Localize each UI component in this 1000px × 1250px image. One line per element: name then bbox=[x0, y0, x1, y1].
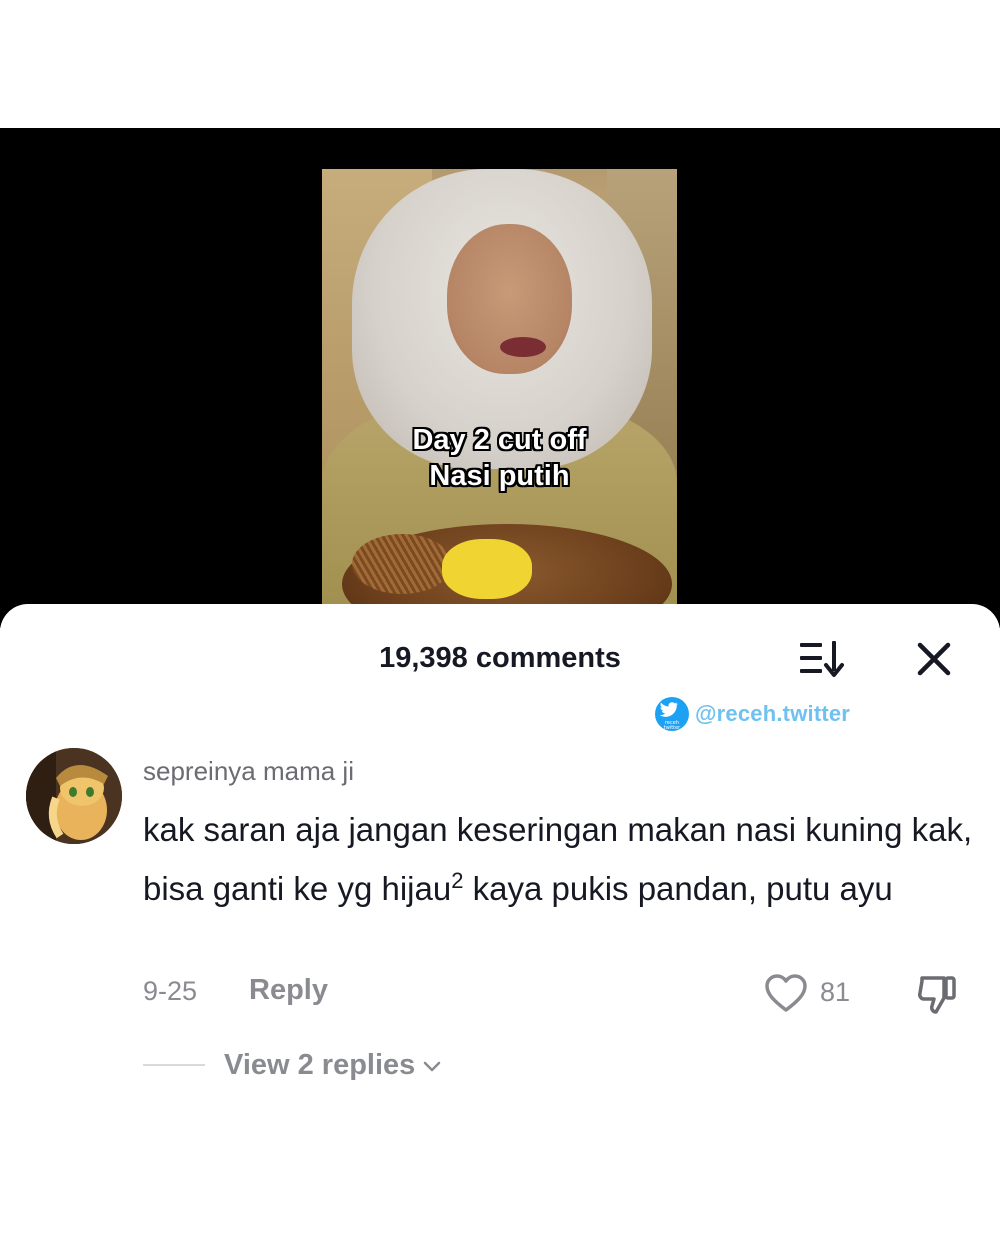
sort-icon[interactable] bbox=[800, 639, 846, 679]
comment-text-end: kaya pukis pandan, putu ayu bbox=[463, 870, 893, 907]
comment-text: kak saran aja jangan keseringan makan na… bbox=[143, 804, 973, 914]
food-yellow-rice bbox=[442, 539, 532, 599]
svg-text:twitter: twitter bbox=[664, 725, 681, 731]
chevron-down-icon bbox=[424, 1061, 441, 1071]
avatar[interactable] bbox=[26, 748, 122, 844]
comment-date: 9-25 bbox=[143, 976, 198, 1006]
top-margin bbox=[0, 0, 1000, 128]
watermark: receh twitter @receh.twitter bbox=[655, 697, 850, 731]
video-player[interactable]: Day 2 cut off Nasi putih bbox=[0, 128, 1000, 628]
replies-divider bbox=[143, 1064, 205, 1066]
comments-count: 19,398 comments bbox=[379, 642, 621, 674]
watermark-handle: @receh.twitter bbox=[695, 701, 851, 726]
close-icon[interactable] bbox=[912, 637, 956, 681]
reply-button[interactable]: Reply bbox=[249, 974, 328, 1007]
comments-sheet: 19,398 comments receh twitter @receh.twi… bbox=[0, 604, 1000, 1250]
pony-avatar-icon bbox=[26, 748, 122, 844]
person-mouth bbox=[500, 337, 546, 357]
view-replies-button[interactable]: View 2 replies bbox=[224, 1049, 443, 1082]
video-caption-line-2: Nasi putih bbox=[429, 460, 570, 492]
thumbs-down-icon[interactable] bbox=[916, 972, 960, 1016]
video-caption-line-1: Day 2 cut off bbox=[412, 424, 587, 456]
heart-icon[interactable] bbox=[764, 974, 808, 1014]
like-count: 81 bbox=[820, 977, 851, 1007]
twitter-bird-icon: receh twitter bbox=[655, 697, 689, 731]
view-replies-label: View 2 replies bbox=[224, 1049, 416, 1081]
video-frame: Day 2 cut off Nasi putih bbox=[322, 169, 677, 609]
comment-text-superscript: 2 bbox=[451, 868, 464, 893]
food-noodles bbox=[352, 534, 452, 594]
comment-username[interactable]: sepreinya mama ji bbox=[143, 756, 354, 787]
